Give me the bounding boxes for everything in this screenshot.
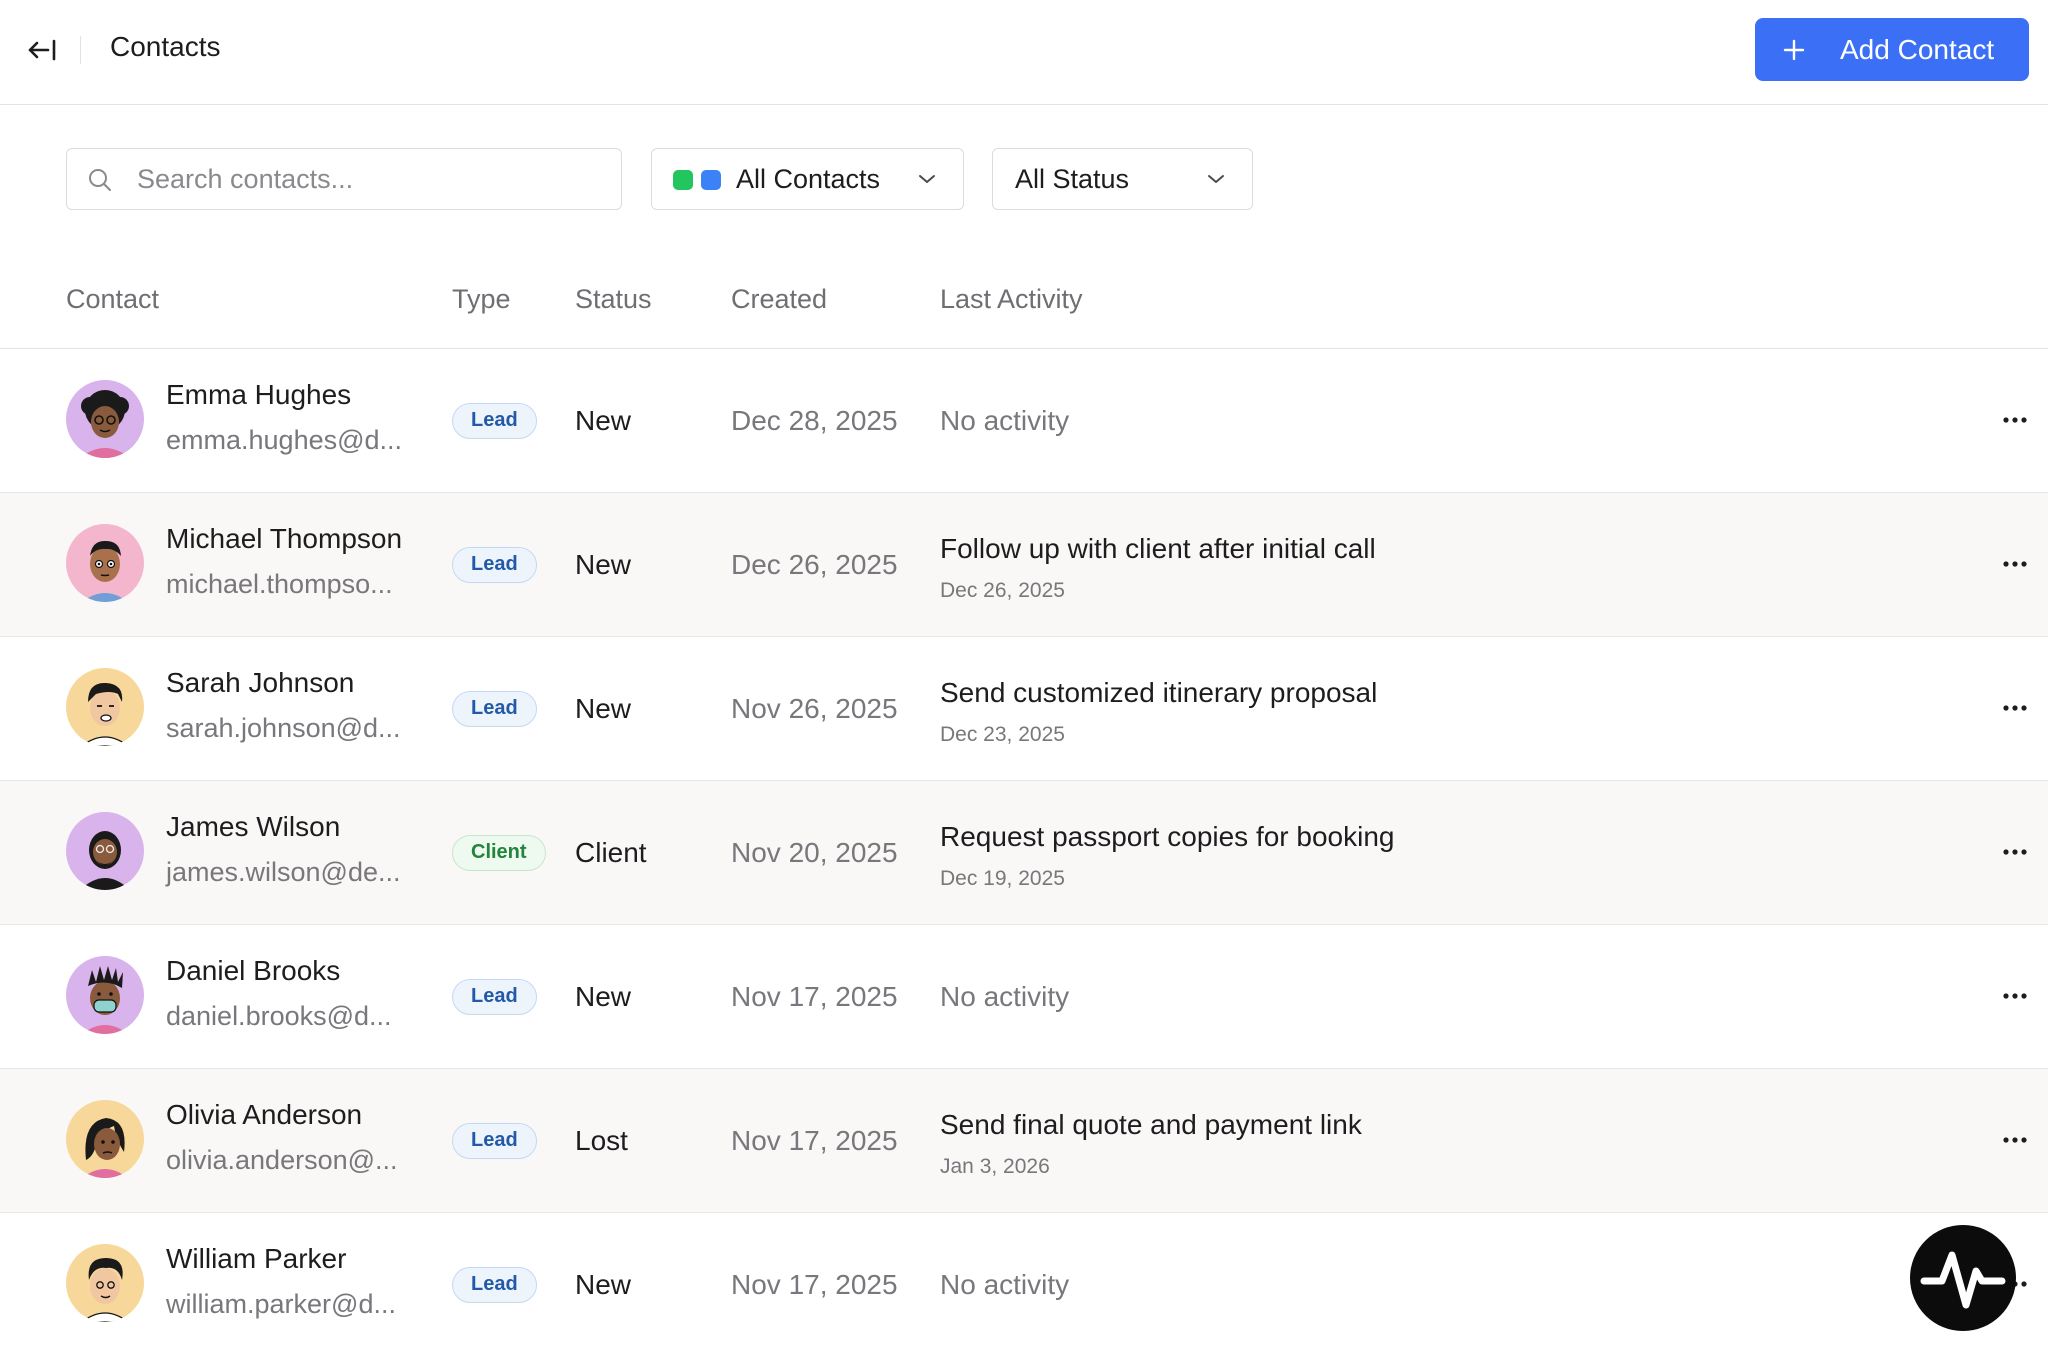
table-row[interactable]: Olivia Anderson olivia.anderson@... Lead… [0, 1069, 2048, 1213]
last-activity-date: Dec 23, 2025 [940, 723, 1065, 746]
table-row[interactable]: Daniel Brooks daniel.brooks@d... Lead Ne… [0, 925, 2048, 1069]
last-activity-title: Send final quote and payment link [940, 1109, 1362, 1140]
last-activity-title: Follow up with client after initial call [940, 533, 1376, 564]
more-options-icon[interactable] [2002, 841, 2028, 863]
status-filter-dropdown[interactable]: All Status [992, 148, 1253, 210]
type-badge: Lead [452, 691, 537, 727]
last-activity: No activity [940, 405, 1070, 436]
status-text: New [575, 1269, 632, 1300]
avatar [66, 956, 144, 1034]
last-activity: No activity [940, 981, 1070, 1012]
type-badge: Lead [452, 403, 537, 439]
contact-email: olivia.anderson@... [166, 1145, 398, 1175]
more-options-icon[interactable] [2002, 697, 2028, 719]
contact-email: emma.hughes@d... [166, 425, 403, 455]
column-header-type[interactable]: Type [452, 284, 511, 315]
chevron-down-icon [919, 175, 935, 183]
type-badge: Client [452, 835, 546, 871]
table-row[interactable]: William Parker william.parker@d... Lead … [0, 1213, 2048, 1350]
contact-name[interactable]: James Wilson [166, 811, 340, 843]
blue-dot-icon [701, 170, 721, 190]
created-date: Dec 28, 2025 [731, 405, 898, 436]
last-activity-date: Dec 19, 2025 [940, 867, 1065, 890]
plus-icon [1783, 39, 1805, 61]
status-filter-label: All Status [1015, 164, 1130, 194]
add-contact-button[interactable]: Add Contact [1755, 18, 2029, 81]
collapse-sidebar-icon[interactable] [26, 33, 60, 67]
created-date: Nov 26, 2025 [731, 693, 898, 724]
created-date: Dec 26, 2025 [731, 549, 898, 580]
status-text: New [575, 693, 632, 724]
status-text: New [575, 405, 632, 436]
more-options-icon[interactable] [2002, 1129, 2028, 1151]
type-badge: Lead [452, 1123, 537, 1159]
created-date: Nov 17, 2025 [731, 1125, 898, 1156]
status-text: Client [575, 837, 647, 868]
table-row[interactable]: Emma Hughes emma.hughes@d... Lead New De… [0, 349, 2048, 493]
last-activity-title: Request passport copies for booking [940, 821, 1395, 852]
contact-name[interactable]: William Parker [166, 1243, 346, 1275]
avatar [66, 812, 144, 890]
header-divider [80, 36, 81, 64]
column-header-created[interactable]: Created [731, 284, 827, 315]
contact-email: michael.thompso... [166, 569, 393, 599]
search-icon [89, 169, 111, 191]
contacts-filter-label: All Contacts [736, 164, 881, 194]
last-activity-title: Send customized itinerary proposal [940, 677, 1378, 708]
column-header-status[interactable]: Status [575, 284, 652, 315]
activity-widget-button[interactable] [1910, 1225, 2016, 1331]
created-date: Nov 17, 2025 [731, 1269, 898, 1300]
table-row[interactable]: Sarah Johnson sarah.johnson@d... Lead Ne… [0, 637, 2048, 781]
last-activity-date: Jan 3, 2026 [940, 1155, 1050, 1178]
status-text: New [575, 981, 632, 1012]
add-contact-label: Add Contact [1840, 34, 1995, 65]
more-options-icon[interactable] [2002, 553, 2028, 575]
created-date: Nov 17, 2025 [731, 981, 898, 1012]
table-row[interactable]: Michael Thompson michael.thompso... Lead… [0, 493, 2048, 637]
last-activity-date: Dec 26, 2025 [940, 579, 1065, 602]
type-badge: Lead [452, 979, 537, 1015]
more-options-icon[interactable] [2002, 985, 2028, 1007]
status-text: New [575, 549, 632, 580]
avatar [66, 668, 144, 746]
table-row[interactable]: James Wilson james.wilson@de... Client C… [0, 781, 2048, 925]
last-activity: No activity [940, 1269, 1070, 1300]
more-options-icon[interactable] [2002, 409, 2028, 431]
contact-name[interactable]: Michael Thompson [166, 523, 402, 555]
type-badge: Lead [452, 1267, 537, 1303]
contact-email: daniel.brooks@d... [166, 1001, 392, 1031]
page-title: Contacts [110, 31, 221, 62]
avatar [66, 380, 144, 458]
green-dot-icon [673, 170, 693, 190]
contact-name[interactable]: Sarah Johnson [166, 667, 354, 699]
created-date: Nov 20, 2025 [731, 837, 898, 868]
search-input[interactable] [137, 157, 597, 201]
type-badge: Lead [452, 547, 537, 583]
pulse-icon [1920, 1251, 2006, 1309]
column-header-contact[interactable]: Contact [66, 284, 159, 315]
contacts-filter-dropdown[interactable]: All Contacts [651, 148, 964, 210]
search-box[interactable] [66, 148, 622, 210]
contact-name[interactable]: Emma Hughes [166, 379, 351, 411]
top-bar: Contacts Add Contact [0, 0, 2048, 105]
avatar [66, 524, 144, 602]
avatar [66, 1244, 144, 1322]
contact-name[interactable]: Daniel Brooks [166, 955, 340, 987]
contact-email: william.parker@d... [166, 1289, 396, 1319]
contact-email: sarah.johnson@d... [166, 713, 401, 743]
column-header-last-activity[interactable]: Last Activity [940, 284, 1083, 315]
status-text: Lost [575, 1125, 628, 1156]
contact-name[interactable]: Olivia Anderson [166, 1099, 362, 1131]
avatar [66, 1100, 144, 1178]
chevron-down-icon [1208, 175, 1224, 183]
contact-email: james.wilson@de... [166, 857, 401, 887]
